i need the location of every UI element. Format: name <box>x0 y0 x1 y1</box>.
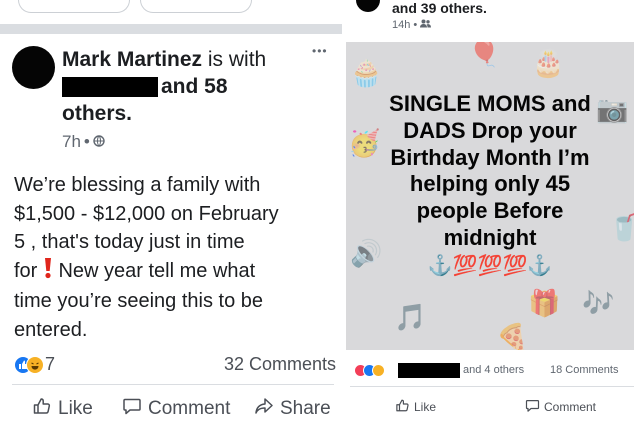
caption-line: DADS Drop your <box>403 117 577 143</box>
share-label: Share <box>280 398 331 419</box>
timestamp[interactable]: 7h <box>62 132 81 152</box>
caption-line: SINGLE MOMS and <box>389 91 591 116</box>
thumbs-up-icon <box>395 398 410 416</box>
redacted-tag <box>62 77 158 97</box>
music-note-doodle-icon: 🎵 <box>394 302 427 332</box>
comment-icon <box>122 396 142 422</box>
right-timestamp-row: 14h • <box>392 19 432 31</box>
caption-line: midnight <box>443 224 537 250</box>
haha-reaction-icon <box>372 364 385 377</box>
comment-label: Comment <box>544 400 597 414</box>
caption-line: Birthday Month I’m <box>390 144 590 170</box>
body-line: time you’re seeing this to be <box>14 290 264 312</box>
left-post: Mark Martinez is with and 58 others. 7h … <box>0 0 342 425</box>
body-line: for New year tell me what <box>14 257 334 288</box>
body-fragment: New year tell me what <box>52 259 256 282</box>
anchor-100-emoji-row: ⚓️💯💯💯⚓️ <box>427 254 553 277</box>
more-options-icon[interactable]: ••• <box>312 44 328 58</box>
globe-icon <box>93 132 105 152</box>
tagged-others-right[interactable]: and 39 others. <box>392 0 487 16</box>
right-like-button[interactable]: Like <box>395 398 436 416</box>
post-body: We’re blessing a family with $1,500 - $1… <box>14 171 334 344</box>
comments-count[interactable]: 32 Comments <box>224 354 336 375</box>
right-comments-count[interactable]: 18 Comments <box>550 364 618 376</box>
caption-line: helping only 45 <box>409 171 571 197</box>
body-line: 5 , that's today just in time <box>14 231 245 253</box>
share-button[interactable]: Share <box>254 396 331 422</box>
avatar[interactable] <box>12 46 55 89</box>
tagged-count[interactable]: and 58 <box>161 74 228 100</box>
with-label: is with <box>202 48 267 71</box>
cupcake-doodle-icon: 🧁 <box>350 58 383 88</box>
right-timestamp[interactable]: 14h <box>392 19 410 31</box>
top-pill-right[interactable] <box>140 0 252 13</box>
caption-line: people Before <box>416 198 564 224</box>
like-label: Like <box>414 400 437 414</box>
balloons-doodle-icon: 🎈 <box>468 42 501 68</box>
like-button[interactable]: Like <box>32 396 93 422</box>
friends-icon <box>420 19 432 31</box>
thumbs-up-icon <box>32 396 52 422</box>
redacted-name <box>398 363 460 378</box>
dot-separator: • <box>83 132 90 151</box>
comment-icon <box>525 398 540 416</box>
right-others-text[interactable]: and 4 others <box>463 364 524 376</box>
right-comment-button[interactable]: Comment <box>525 398 596 416</box>
like-label: Like <box>58 398 93 419</box>
dot-separator: • <box>413 19 418 31</box>
right-reactions-summary[interactable] <box>354 364 398 378</box>
tagged-others[interactable]: others. <box>62 101 132 127</box>
share-arrow-icon <box>254 396 274 422</box>
card-caption: SINGLE MOMS and DADS Drop your Birthday … <box>346 91 634 280</box>
top-pill-left[interactable] <box>18 0 130 13</box>
pizza-doodle-icon: 🍕 <box>496 322 529 350</box>
author-name[interactable]: Mark Martinez <box>62 48 202 71</box>
post-header: Mark Martinez is with <box>62 47 266 73</box>
body-line: entered. <box>14 318 88 341</box>
comment-button[interactable]: Comment <box>122 396 230 422</box>
feed-separator <box>0 24 342 34</box>
haha-reaction-icon <box>26 356 44 374</box>
birthday-image-card[interactable]: 🧁 🎈 🎂 📷 🥳 🔊 🥤 🎵 🎁 🍕 🎶 SINGLE MOMS and DA… <box>346 42 634 350</box>
reaction-count[interactable]: 7 <box>45 354 55 375</box>
gift-doodle-icon: 🎁 <box>528 288 561 318</box>
comment-label: Comment <box>148 398 231 419</box>
right-action-divider <box>350 386 634 387</box>
body-line: We’re blessing a family with <box>14 174 261 196</box>
body-fragment: for <box>14 259 38 282</box>
timestamp-row: 7h • <box>62 132 105 152</box>
cake-doodle-icon: 🎂 <box>532 48 565 78</box>
body-line: $1,500 - $12,000 on February <box>14 202 279 225</box>
exclamation-icon <box>43 257 53 288</box>
right-header-line: and 39 others. <box>392 0 487 16</box>
music-note-doodle-icon: 🎶 <box>582 288 615 318</box>
action-divider <box>12 384 334 385</box>
